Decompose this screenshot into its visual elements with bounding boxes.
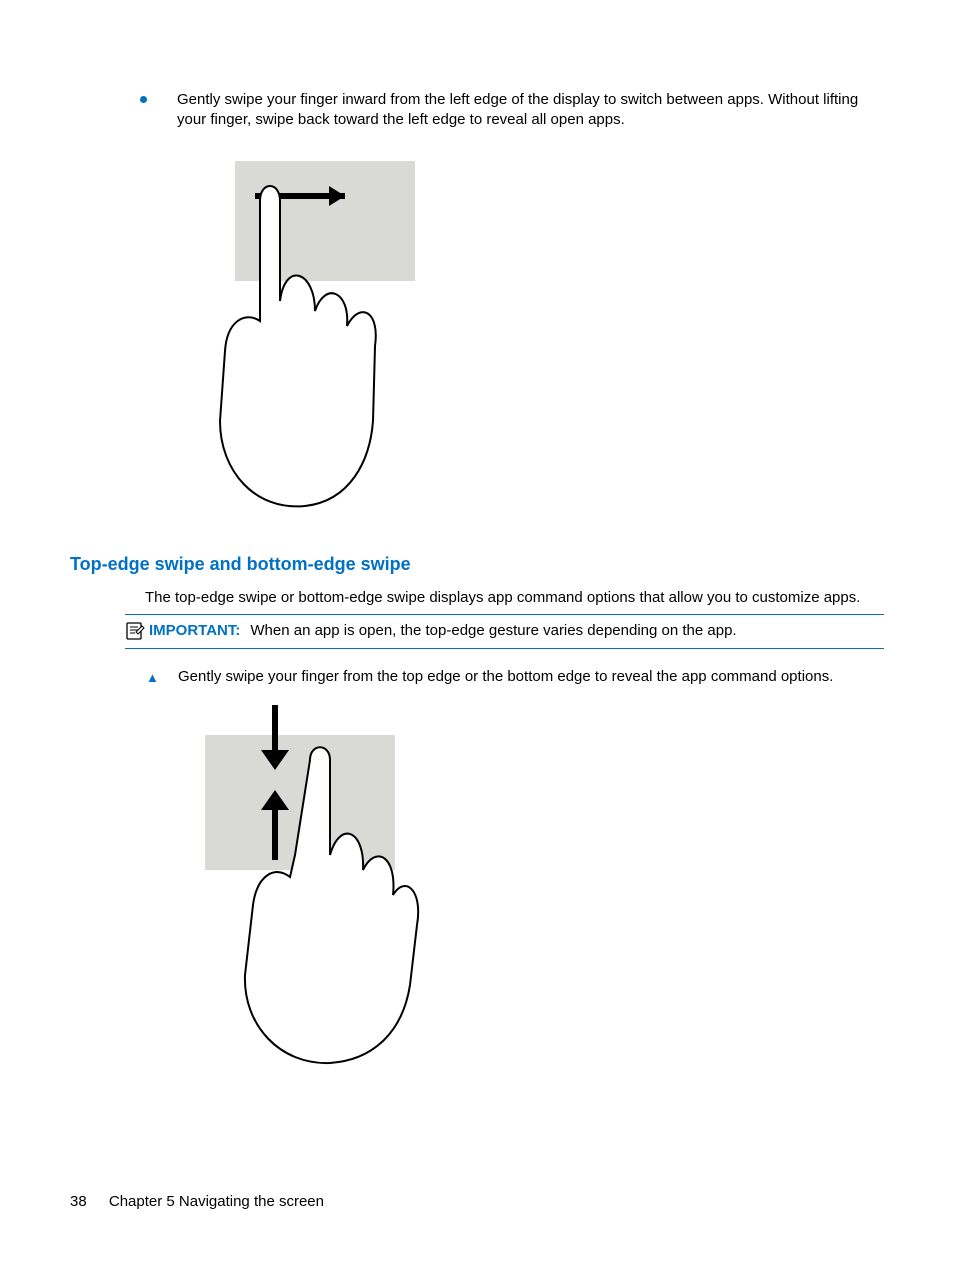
step-triangle-icon: ▲ bbox=[146, 669, 178, 687]
important-text: When an app is open, the top-edge gestur… bbox=[250, 621, 736, 641]
page-number: 38 bbox=[70, 1193, 87, 1210]
important-note: IMPORTANT: When an app is open, the top-… bbox=[125, 614, 884, 648]
page-footer: 38 Chapter 5 Navigating the screen bbox=[70, 1192, 324, 1212]
section-heading: Top-edge swipe and bottom-edge swipe bbox=[70, 552, 884, 576]
document-page: Gently swipe your finger inward from the… bbox=[0, 0, 954, 1071]
bullet-text: Gently swipe your finger inward from the… bbox=[177, 90, 884, 131]
left-edge-swipe-gesture-illustration bbox=[175, 161, 884, 517]
chapter-label: Chapter 5 Navigating the screen bbox=[109, 1193, 324, 1210]
section-paragraph: The top-edge swipe or bottom-edge swipe … bbox=[145, 588, 884, 608]
important-label: IMPORTANT: bbox=[149, 621, 240, 641]
top-bottom-edge-swipe-gesture-illustration bbox=[175, 705, 884, 1071]
step-text: Gently swipe your finger from the top ed… bbox=[178, 667, 884, 687]
bullet-dot-icon bbox=[140, 96, 147, 103]
note-icon bbox=[125, 621, 145, 641]
bullet-list-item: Gently swipe your finger inward from the… bbox=[140, 90, 884, 131]
step-list-item: ▲ Gently swipe your finger from the top … bbox=[146, 667, 884, 687]
